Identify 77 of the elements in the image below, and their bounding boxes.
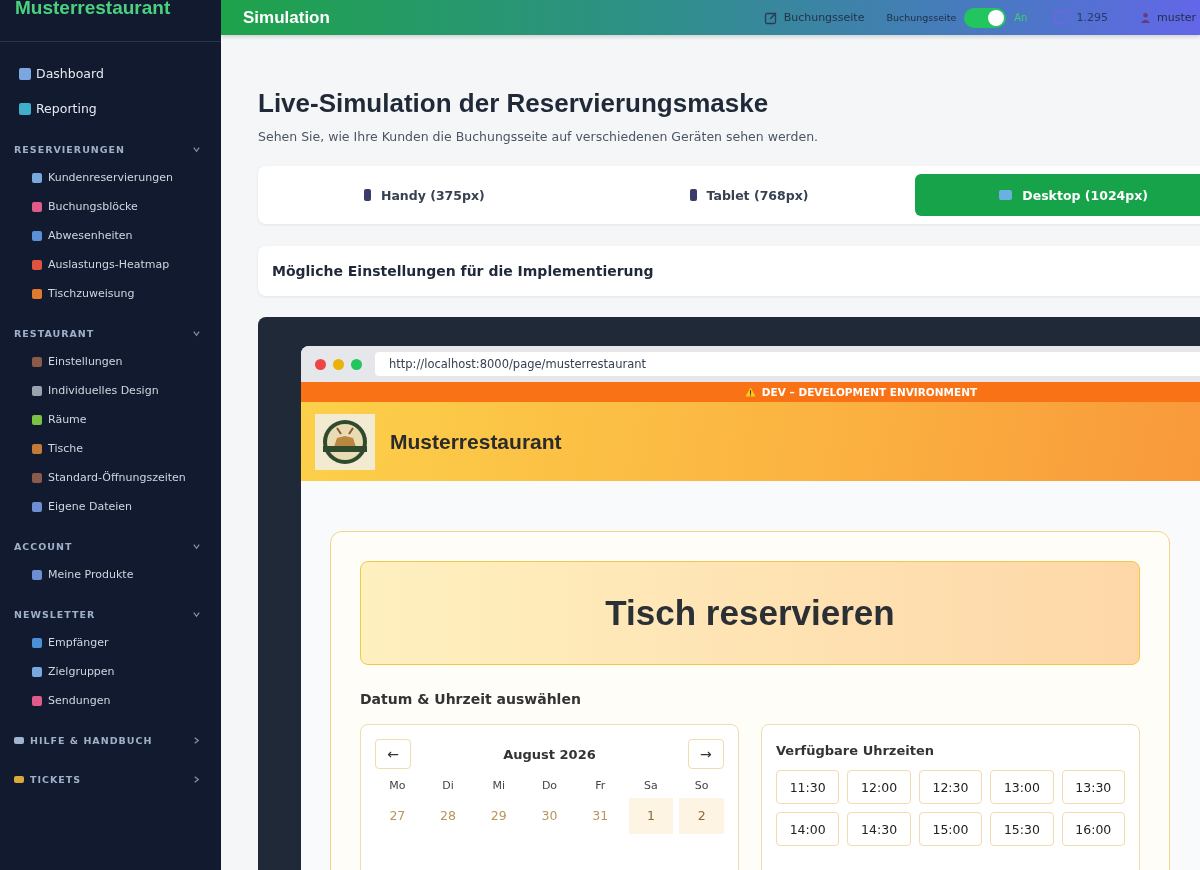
- chevron-icon: [192, 736, 201, 745]
- time-slot-button[interactable]: 16:00: [1061, 812, 1125, 846]
- page-subtitle: Sehen Sie, wie Ihre Kunden die Buchungsseite auf verschiedenen Geräten sehen werden.: [258, 129, 820, 144]
- chevron-icon: [192, 329, 201, 338]
- page-title: Simulation: [243, 7, 330, 28]
- device-tab[interactable]: Tablet (768px): [590, 174, 908, 216]
- weekday-label: Mo: [388, 779, 407, 792]
- close-dot: [315, 358, 326, 370]
- warning-icon: [744, 387, 756, 397]
- weekday-label: Di: [441, 779, 455, 792]
- sidebar-item[interactable]: Dashboard: [0, 64, 123, 83]
- dev-banner-text: DEV – DEVELOPMENT ENVIRONMENT: [761, 386, 978, 398]
- weekday-label: Mi: [491, 779, 507, 792]
- month-label: August 2026: [503, 746, 596, 762]
- edit-icon: [763, 10, 778, 25]
- sidebar-item[interactable]: Kundenreservierungen: [0, 163, 205, 192]
- url-bar[interactable]: http://localhost:8000/page/musterrestaurant: [375, 352, 1200, 376]
- sidebar-item[interactable]: Standard-Öffnungszeiten: [0, 463, 218, 492]
- weekday-label: Do: [540, 779, 559, 792]
- time-slot-button[interactable]: 14:00: [776, 812, 840, 846]
- time-slot-button[interactable]: 15:00: [918, 812, 983, 846]
- calendar-day[interactable]: 1: [628, 798, 674, 834]
- sidebar-item[interactable]: Sendungen: [0, 686, 143, 715]
- sidebar-item[interactable]: Abwesenheiten: [0, 221, 165, 250]
- weekday-label: Fr: [594, 779, 607, 792]
- section-header[interactable]: RESTAURANT: [0, 320, 221, 347]
- device-tab[interactable]: Handy (375px): [266, 174, 583, 216]
- credits-icon: [1055, 11, 1069, 24]
- section-header[interactable]: RESERVIERUNGEN: [0, 136, 221, 163]
- chevron-icon: [192, 775, 201, 784]
- maximize-dot: [351, 358, 362, 370]
- sidebar-item[interactable]: Einstellungen: [0, 347, 155, 376]
- section-icon: [14, 737, 24, 744]
- times-title: Verfügbare Uhrzeiten: [776, 743, 935, 758]
- toggle-switch[interactable]: [964, 7, 1007, 28]
- section-header[interactable]: TICKETS: [0, 766, 221, 793]
- page-heading: Live-Simulation der Reservierungsmaske: [258, 88, 770, 119]
- time-slot-button[interactable]: 12:30: [918, 770, 983, 804]
- time-slot-button[interactable]: 11:30: [776, 770, 840, 804]
- chevron-icon: [192, 542, 201, 551]
- sidebar-item[interactable]: Individuelles Design: [0, 376, 191, 405]
- user-icon: [1139, 12, 1151, 23]
- sidebar-item[interactable]: Auslastungs-Heatmap: [0, 250, 202, 279]
- next-month-button[interactable]: →: [688, 739, 724, 769]
- booking-heading: Tisch reservieren: [605, 593, 895, 633]
- sidebar-item[interactable]: Meine Produkte: [0, 560, 166, 589]
- minimize-dot: [333, 358, 344, 370]
- calendar-day[interactable]: 2: [679, 798, 724, 834]
- toggle-state: An: [1014, 12, 1028, 23]
- sidebar-item[interactable]: Räume: [0, 405, 119, 434]
- chevron-icon: [192, 610, 201, 619]
- sidebar-item[interactable]: Reporting: [0, 99, 116, 118]
- credits-count: 1.295: [1055, 11, 1108, 24]
- sidebar-item[interactable]: Zielgruppen: [0, 657, 147, 686]
- weekday-label: So: [693, 779, 710, 792]
- section-header[interactable]: NEWSLETTER: [0, 601, 221, 628]
- restaurant-name: Musterrestaurant: [390, 429, 562, 454]
- time-slot-button[interactable]: 15:30: [990, 812, 1054, 846]
- toggle-label: Buchungsseite: [886, 12, 957, 23]
- section-title: Datum & Uhrzeit auswählen: [360, 691, 582, 707]
- time-slot-button[interactable]: 14:30: [847, 812, 911, 846]
- section-icon: [14, 776, 24, 783]
- restaurant-logo: [315, 413, 375, 470]
- section-header[interactable]: ACCOUNT: [0, 533, 221, 560]
- previous-month-button[interactable]: ←: [375, 739, 411, 769]
- sidebar-item[interactable]: Eigene Dateien: [0, 492, 165, 521]
- chevron-icon: [192, 145, 201, 154]
- weekday-label: Sa: [643, 779, 659, 792]
- settings-panel[interactable]: Mögliche Einstellungen für die Implementierung: [258, 246, 1200, 296]
- time-slot-button[interactable]: 13:00: [990, 770, 1054, 804]
- sidebar-item[interactable]: Empfänger: [0, 628, 141, 657]
- sidebar-item[interactable]: Tische: [0, 434, 115, 463]
- sidebar-item[interactable]: Buchungsblöcke: [0, 192, 170, 221]
- time-slot-button[interactable]: 12:00: [847, 770, 911, 804]
- time-slot-button[interactable]: 13:30: [1061, 770, 1125, 804]
- section-header[interactable]: HILFE & HANDBUCH: [0, 727, 221, 754]
- sidebar-item[interactable]: Tischzuweisung: [0, 279, 167, 308]
